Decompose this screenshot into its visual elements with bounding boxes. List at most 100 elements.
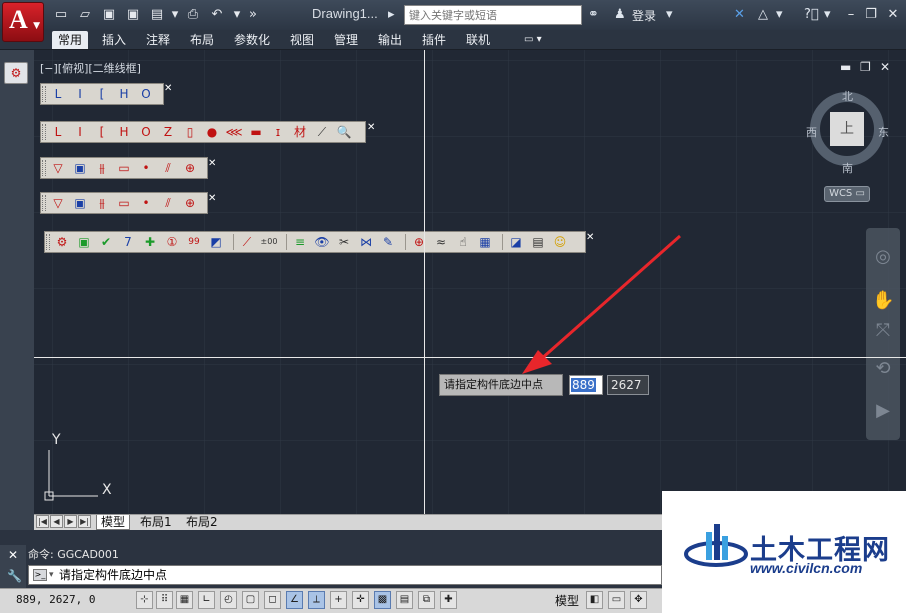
tool-stack[interactable]: ⫵ [93,194,111,212]
selection-cycling-icon[interactable]: ⧉ [418,591,435,609]
tab-home[interactable]: 常用 [52,31,89,49]
lineweight-icon[interactable]: ✛ [352,591,369,609]
tool-frame[interactable]: ▣ [75,233,93,251]
command-line-input[interactable]: >_ ▾ 请指定构件底边中点 [28,565,662,585]
viewport-minimize-button[interactable]: ▬ [840,60,851,74]
chevron-down-icon[interactable]: ▾ [49,566,54,584]
user-icon[interactable]: ♟ [614,5,626,25]
toolbar-close-button[interactable]: ✕ [164,83,172,94]
last-tab-icon[interactable]: ▶| [78,515,91,528]
book-icon[interactable]: ▤ [529,233,547,251]
ribbon-toggle-button[interactable]: ▭ ▾ [518,31,548,49]
save-as-icon[interactable]: ▣ [124,6,142,24]
tool-dot[interactable]: • [137,159,155,177]
ortho-mode-icon[interactable]: ∟ [198,591,215,609]
line-icon[interactable]: ⟋ [238,233,256,251]
chevron-down-icon[interactable]: ▾ [776,5,783,25]
tool-point[interactable]: ● [203,123,221,141]
calendar-icon[interactable]: 7 [119,233,137,251]
tab-layout[interactable]: 布局 [184,31,220,49]
viewport-close-button[interactable]: ✕ [880,60,890,74]
compass-east[interactable]: 东 [878,124,889,140]
number-one-icon[interactable]: ① [163,233,181,251]
close-icon[interactable]: ✕ [8,548,18,562]
tool-plate[interactable]: ▭ [115,194,133,212]
open-file-icon[interactable]: ▱ [76,6,94,24]
settings-gear-icon[interactable]: ⚙ [4,62,28,84]
dynamic-ucs-icon[interactable]: ⟂ [308,591,325,609]
tool-column[interactable]: I [71,123,89,141]
compass-west[interactable]: 西 [806,124,817,140]
eye-icon[interactable]: 👁 [313,233,331,251]
tool-funnel[interactable]: ▽ [49,194,67,212]
tool-h-section[interactable]: H [115,85,133,103]
tab-insert[interactable]: 插入 [96,31,132,49]
tool-line[interactable]: ⟋ [313,123,331,141]
showmotion-icon[interactable]: ▶ [872,400,894,422]
next-tab-icon[interactable]: ▶ [64,515,77,528]
join-icon[interactable]: ⋈ [357,233,375,251]
compass-north[interactable]: 北 [842,88,853,104]
quick-view-layouts-icon[interactable]: ◧ [586,591,603,609]
viewport-restore-button[interactable]: ❐ [860,60,871,74]
plus-icon[interactable]: ✚ [141,233,159,251]
chevron-down-icon[interactable]: ▾ [824,5,831,25]
snap-mode-icon[interactable]: ⠿ [156,591,173,609]
tool-plate[interactable]: ▭ [115,159,133,177]
layout-tab-layout2[interactable]: 布局2 [182,515,222,530]
calculator-icon[interactable]: ▦ [476,233,494,251]
tool-box[interactable]: ▣ [71,194,89,212]
tool-anchor[interactable]: ⊕ [181,159,199,177]
print-icon[interactable]: ⎙ [184,6,202,24]
layer-icon[interactable]: ≈ [432,233,450,251]
dynamic-input-x-field[interactable]: 889 [569,375,603,395]
drawing-canvas[interactable] [34,50,906,514]
section-icon[interactable]: ◩ [207,233,225,251]
zoom-in-icon[interactable]: ⊕ [410,233,428,251]
tool-anchor[interactable]: ⊕ [181,194,199,212]
check-icon[interactable]: ✔ [97,233,115,251]
toolbar-grip[interactable] [42,86,46,102]
new-file-icon[interactable]: ▭ [52,6,70,24]
tab-manage[interactable]: 管理 [328,31,364,49]
polar-tracking-icon[interactable]: ◴ [220,591,237,609]
zoom-icon[interactable]: 🔍 [335,123,353,141]
pan-icon[interactable]: ✥ [630,591,647,609]
layout-tab-model[interactable]: 模型 [96,515,131,530]
toolbar-close-button[interactable]: ✕ [208,193,216,204]
model-space-status[interactable]: 模型 [555,592,579,609]
toolbar-grip[interactable] [42,195,46,211]
tool-beam[interactable]: L [49,123,67,141]
pan-hand-icon[interactable]: ✋ [872,290,894,312]
tab-annotate[interactable]: 注释 [140,31,176,49]
quick-properties-icon[interactable]: ▤ [396,591,413,609]
smiley-icon[interactable]: ☺ [551,233,569,251]
tab-online[interactable]: 联机 [460,31,496,49]
chevron-down-icon[interactable]: ▾ [166,6,184,24]
steering-wheel-icon[interactable]: ◎ [872,246,894,268]
toolbar-grip[interactable] [42,124,46,140]
help-icon[interactable]: ?⃝ [804,5,819,25]
minimize-window-button[interactable]: – [842,6,860,24]
layout-tab-layout1[interactable]: 布局1 [136,515,176,530]
a360-icon[interactable]: △ [758,5,768,25]
tab-plugins[interactable]: 插件 [416,31,452,49]
grid-display-icon[interactable]: ▦ [176,591,193,609]
login-link[interactable]: 登录 [632,7,656,24]
binoculars-icon[interactable]: ⚭ [588,5,599,25]
tab-parametric[interactable]: 参数化 [228,31,276,49]
elevation-icon[interactable]: ±00 [260,233,278,251]
scissors-icon[interactable]: ✂ [335,233,353,251]
toolbar-close-button[interactable]: ✕ [367,122,375,133]
chevron-down-icon[interactable]: ▾ [666,5,673,25]
gear-icon[interactable]: ⚙ [53,233,71,251]
coordinates-readout[interactable]: 889, 2627, 0 [16,593,95,606]
wrench-icon[interactable]: 🔧 [7,569,22,583]
restore-window-button[interactable]: ❐ [862,6,880,24]
infer-constraints-icon[interactable]: ⊹ [136,591,153,609]
tool-beam[interactable]: L [49,85,67,103]
viewport-controls-label[interactable]: [−][俯视][二维线框] [40,60,141,76]
tool-h-section[interactable]: H [115,123,133,141]
tool-z-section[interactable]: Z [159,123,177,141]
edit-icon[interactable]: ✎ [379,233,397,251]
